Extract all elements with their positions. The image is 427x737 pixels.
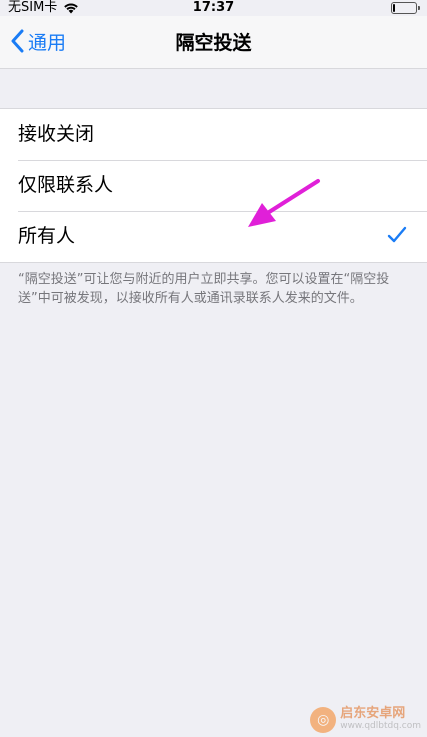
- status-time: 17:37: [192, 0, 235, 15]
- option-receiving-off[interactable]: 接收关闭: [0, 109, 427, 160]
- watermark-text: 启东安卓网 www.qdlbtdq.com: [340, 707, 421, 733]
- watermark-name: 启东安卓网: [340, 706, 406, 721]
- option-label: 所有人: [18, 225, 76, 247]
- page-title: 隔空投送: [175, 32, 252, 54]
- checkmark-icon: [387, 226, 407, 248]
- battery-icon: [391, 2, 420, 14]
- airdrop-options-list: 接收关闭 仅限联系人 所有人: [0, 108, 427, 263]
- option-everyone[interactable]: 所有人: [0, 211, 427, 262]
- watermark-logo-icon: ◎: [310, 707, 337, 733]
- status-right: [391, 2, 420, 14]
- watermark: ◎ 启东安卓网 www.qdlbtdq.com: [310, 707, 421, 733]
- status-bar: 无SIM卡 17:37: [0, 0, 427, 16]
- watermark-url: www.qdlbtdq.com: [340, 721, 421, 731]
- battery-level: [393, 4, 395, 12]
- option-label: 接收关闭: [18, 123, 95, 145]
- option-contacts-only[interactable]: 仅限联系人: [0, 160, 427, 211]
- nav-bar: 通用 隔空投送: [0, 16, 427, 69]
- option-label: 仅限联系人: [18, 174, 114, 196]
- footer-note: “隔空投送”可让您与附近的用户立即共享。您可以设置在“隔空投送”中可被发现，以接…: [18, 272, 390, 306]
